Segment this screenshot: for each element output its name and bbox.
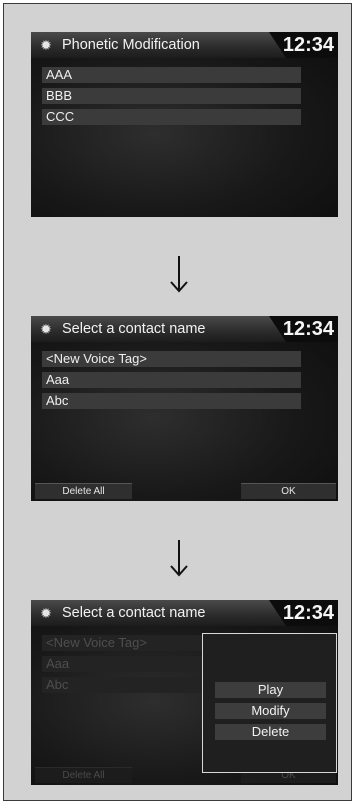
gear-icon[interactable]: ✹ <box>37 320 55 338</box>
title-bar: ✹ Select a contact name 12:34 <box>31 600 338 626</box>
select-contact-screen: ✹ Select a contact name 12:34 <New Voice… <box>31 316 338 501</box>
list-item[interactable]: AAA <box>42 67 301 83</box>
list-item[interactable]: Aaa <box>42 372 301 388</box>
down-arrow-icon <box>170 256 188 293</box>
delete-option[interactable]: Delete <box>215 724 326 740</box>
list-item[interactable]: BBB <box>42 88 301 104</box>
list-item[interactable]: CCC <box>42 109 301 125</box>
modify-option[interactable]: Modify <box>215 703 326 719</box>
options-popup: Play Modify Delete <box>202 633 337 773</box>
new-voice-tag-item[interactable]: <New Voice Tag> <box>42 351 301 367</box>
list-item[interactable]: Abc <box>42 393 301 409</box>
ok-button[interactable]: OK <box>241 483 336 499</box>
title-bar: ✹ Select a contact name 12:34 <box>31 316 338 342</box>
phonetic-modification-screen: ✹ Phonetic Modification 12:34 AAA BBB CC… <box>31 32 338 217</box>
clock: 12:34 <box>282 34 334 56</box>
play-option[interactable]: Play <box>215 682 326 698</box>
screen-title: Phonetic Modification <box>62 37 200 53</box>
select-contact-options-screen: ✹ Select a contact name 12:34 <New Voice… <box>31 600 338 785</box>
screen-title: Select a contact name <box>62 321 206 337</box>
title-bar: ✹ Phonetic Modification 12:34 <box>31 32 338 58</box>
delete-all-button: Delete All <box>35 767 132 783</box>
screen-title: Select a contact name <box>62 605 206 621</box>
clock: 12:34 <box>282 602 334 624</box>
gear-icon[interactable]: ✹ <box>37 604 55 622</box>
gear-icon[interactable]: ✹ <box>37 36 55 54</box>
down-arrow-icon <box>170 540 188 577</box>
clock: 12:34 <box>282 318 334 340</box>
delete-all-button[interactable]: Delete All <box>35 483 132 499</box>
